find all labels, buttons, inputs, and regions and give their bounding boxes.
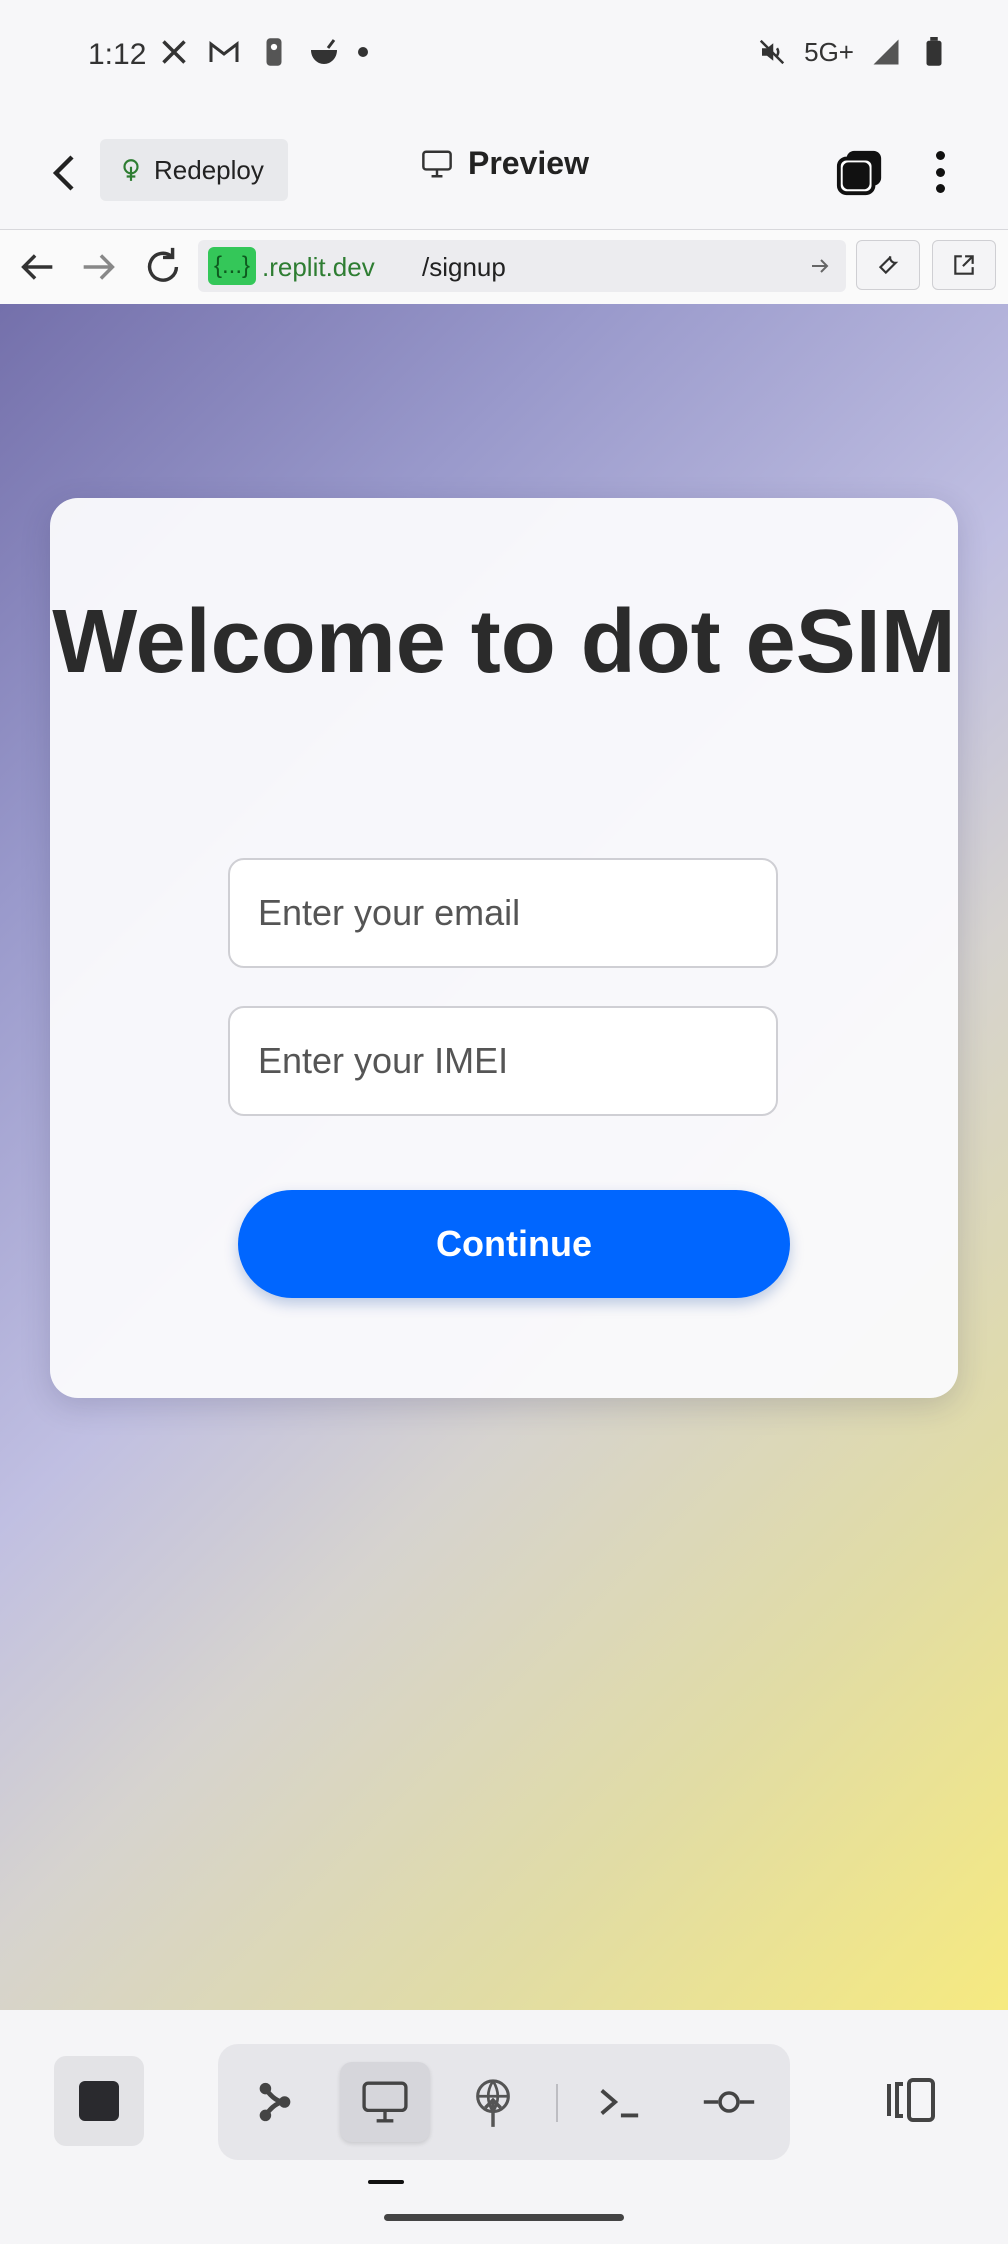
url-bar-row: {...} .replit.dev /signup bbox=[0, 229, 1008, 305]
imei-field[interactable] bbox=[228, 1006, 778, 1116]
signup-card: Welcome to dot eSIM Continue bbox=[50, 498, 958, 1398]
deploy-icon bbox=[476, 2079, 510, 2127]
url-path: /signup bbox=[422, 252, 506, 282]
active-tab-indicator bbox=[368, 2180, 404, 2184]
battery-icon bbox=[918, 36, 950, 68]
redeploy-label: Redeploy bbox=[154, 154, 264, 185]
redeploy-button[interactable]: Redeploy bbox=[100, 139, 288, 201]
open-external-button[interactable] bbox=[932, 240, 996, 290]
git-tab[interactable] bbox=[684, 2062, 774, 2142]
devtools-button[interactable] bbox=[856, 240, 920, 290]
preview-title: Preview bbox=[420, 145, 589, 182]
browser-back-icon[interactable] bbox=[14, 244, 60, 290]
web-preview: Welcome to dot eSIM Continue bbox=[0, 304, 1008, 2010]
network-type: 5G+ bbox=[804, 36, 854, 67]
nba-icon bbox=[258, 36, 290, 68]
email-field[interactable] bbox=[228, 858, 778, 968]
agent-tab[interactable] bbox=[230, 2062, 320, 2142]
git-icon bbox=[703, 2091, 755, 2113]
preview-tab[interactable] bbox=[340, 2062, 430, 2142]
redeploy-icon bbox=[123, 159, 139, 181]
stop-icon bbox=[79, 2081, 119, 2121]
stop-button[interactable] bbox=[54, 2056, 144, 2146]
app-header: Redeploy Preview bbox=[0, 115, 1008, 229]
reload-icon[interactable] bbox=[140, 244, 186, 290]
external-link-icon bbox=[954, 255, 974, 275]
dot-icon bbox=[358, 47, 368, 57]
wrench-icon bbox=[878, 256, 899, 275]
home-indicator bbox=[384, 2214, 624, 2221]
mute-icon bbox=[756, 36, 788, 68]
split-view-icon bbox=[887, 2078, 935, 2122]
notification-icons bbox=[158, 36, 368, 68]
tab-separator bbox=[556, 2084, 558, 2122]
page-title: Welcome to dot eSIM bbox=[52, 592, 956, 692]
shell-icon bbox=[600, 2089, 639, 2118]
continue-button[interactable]: Continue bbox=[238, 1190, 790, 1298]
workspace-tabs bbox=[218, 2044, 790, 2160]
bowl-icon bbox=[308, 36, 340, 68]
browser-forward-icon[interactable] bbox=[76, 244, 122, 290]
signal-icon bbox=[870, 36, 902, 68]
deploy-tab[interactable] bbox=[448, 2062, 538, 2142]
shell-tab[interactable] bbox=[574, 2062, 664, 2142]
tabs-icon[interactable] bbox=[835, 147, 885, 197]
preview-icon bbox=[362, 2081, 408, 2123]
split-view-button[interactable] bbox=[874, 2060, 944, 2140]
url-badge: {...} bbox=[208, 247, 257, 285]
x-icon bbox=[158, 36, 190, 68]
url-domain: .replit.dev bbox=[262, 252, 375, 282]
preview-title-text: Preview bbox=[468, 145, 589, 181]
monitor-icon bbox=[422, 150, 452, 177]
more-options-icon[interactable] bbox=[922, 145, 958, 199]
status-time: 1:12 bbox=[88, 38, 147, 71]
status-bar: 1:12 5G+ bbox=[0, 0, 1008, 115]
go-arrow-icon[interactable] bbox=[808, 254, 832, 278]
gmail-icon bbox=[208, 36, 240, 68]
back-chevron-icon[interactable] bbox=[42, 149, 90, 197]
bottom-toolbar bbox=[0, 2010, 1008, 2244]
system-icons: 5G+ bbox=[756, 36, 950, 68]
agent-icon bbox=[259, 2082, 291, 2122]
url-field[interactable]: {...} .replit.dev /signup bbox=[198, 240, 846, 292]
